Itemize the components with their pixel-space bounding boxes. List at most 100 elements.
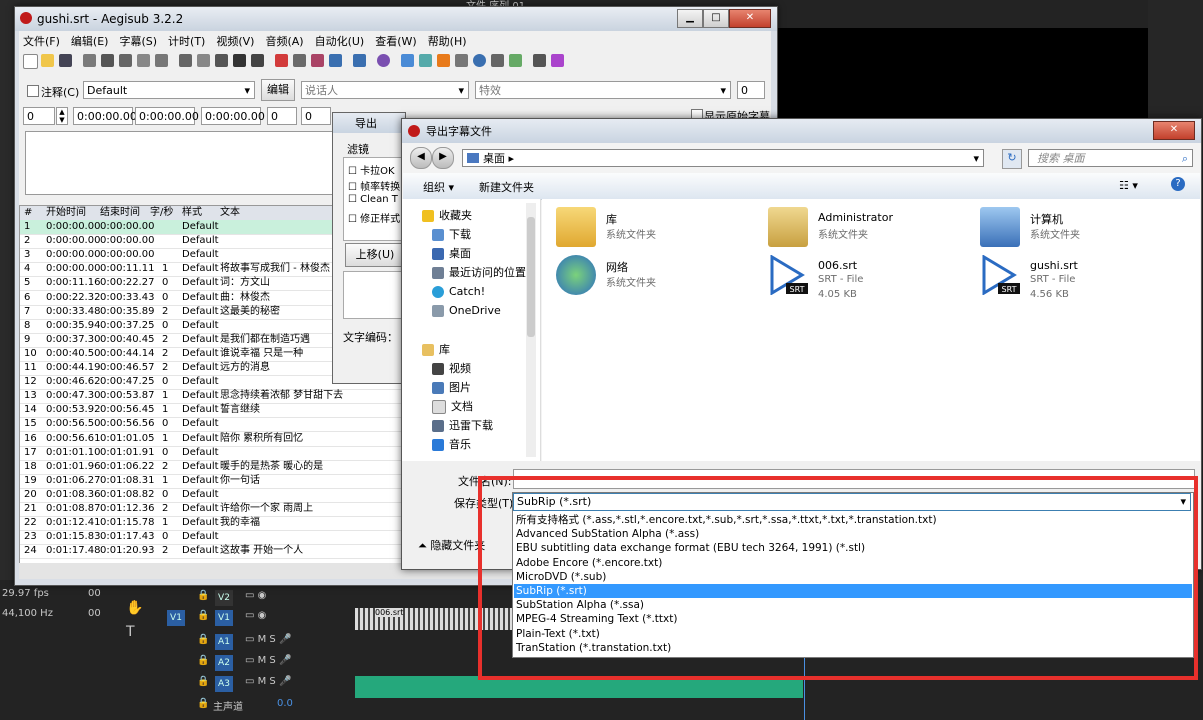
nav-onedrive[interactable]: OneDrive	[432, 302, 501, 320]
forward-icon[interactable]	[437, 54, 450, 67]
effect-input[interactable]: 特效 ▾	[475, 81, 731, 99]
spell-icon[interactable]	[293, 54, 306, 67]
hand-tool-icon[interactable]: ✋	[126, 600, 143, 616]
nav-scrollbar-thumb[interactable]	[527, 217, 535, 337]
hide-folders-toggle[interactable]: ⏶ 隐藏文件夹	[418, 537, 485, 553]
check-icon[interactable]	[509, 54, 522, 67]
paste-icon[interactable]	[155, 54, 168, 67]
export-titlebar[interactable]: 导出	[333, 113, 405, 133]
snap-icon[interactable]	[419, 54, 432, 67]
master-track-value[interactable]: 0.0	[277, 698, 293, 709]
search-input[interactable]: 搜索 桌面 ⌕	[1028, 149, 1193, 167]
tag-icon[interactable]	[551, 54, 564, 67]
replace-icon[interactable]	[119, 54, 132, 67]
track-a2-controls[interactable]: ▭ M S 🎤	[245, 655, 291, 666]
nav-pictures[interactable]: 图片	[432, 379, 471, 397]
fonts-icon[interactable]	[233, 54, 246, 67]
filter-item[interactable]: ☐ 修正样式	[348, 210, 400, 225]
resample-icon[interactable]	[329, 54, 342, 67]
properties-icon[interactable]	[197, 54, 210, 67]
maximize-button[interactable]: □	[703, 9, 729, 28]
menu-view[interactable]: 查看(W)	[371, 31, 423, 49]
track-a3-label[interactable]: A3	[215, 676, 233, 692]
track-a1-controls[interactable]: ▭ M S 🎤	[245, 634, 291, 645]
new-folder-button[interactable]: 新建文件夹	[479, 179, 534, 195]
file-item[interactable]: 计算机 系统文件夹	[980, 207, 1180, 253]
col-end[interactable]: 结束时间	[100, 206, 140, 220]
menu-edit[interactable]: 编辑(E)	[67, 31, 116, 49]
track-v2-eye-icon[interactable]: ▭ ◉	[245, 590, 266, 601]
track-v2-header[interactable]: 🔒 V2 ▭ ◉	[165, 590, 345, 608]
menu-file[interactable]: 文件(F)	[19, 31, 67, 49]
actor-input[interactable]: 说话人 ▾	[301, 81, 469, 99]
file-item[interactable]: Administrator 系统文件夹	[768, 207, 968, 253]
file-item[interactable]: 网络 系统文件夹	[556, 255, 756, 301]
back-icon[interactable]: ◀	[410, 147, 432, 169]
nav-thunder-downloads[interactable]: 迅雷下载	[432, 417, 493, 435]
save-icon[interactable]	[59, 54, 72, 67]
nav-scrollbar[interactable]	[526, 203, 536, 457]
menu-help[interactable]: 帮助(H)	[424, 31, 474, 49]
col-cps[interactable]: 字/秒	[150, 206, 173, 220]
refresh-icon[interactable]: ↻	[1002, 149, 1022, 169]
move-up-button[interactable]: 上移(U)	[345, 243, 405, 267]
aegisub-titlebar[interactable]: gushi.srt - Aegisub 3.2.2 ▁ □ ✕	[15, 7, 777, 31]
col-text[interactable]: 文本	[220, 206, 240, 220]
attachments-icon[interactable]	[215, 54, 228, 67]
margin-l-input[interactable]: 0	[267, 107, 297, 125]
open-folder-icon[interactable]	[41, 54, 54, 67]
end-time-input[interactable]: 0:00:00.00	[135, 107, 199, 125]
col-start[interactable]: 开始时间	[46, 206, 86, 220]
address-bar[interactable]: 桌面 ▸ ▾	[462, 149, 984, 167]
save-titlebar[interactable]: 导出字幕文件 ✕	[402, 119, 1201, 143]
nav-recent[interactable]: 最近访问的位置	[432, 264, 526, 282]
help-icon[interactable]: ?	[1171, 177, 1185, 191]
track-v1-header[interactable]: V1 🔒 V1 ▭ ◉	[165, 610, 345, 628]
nav-favorites[interactable]: 收藏夹	[422, 207, 472, 225]
layer-spinner[interactable]: ▲ ▼	[56, 107, 68, 125]
menu-video[interactable]: 视频(V)	[212, 31, 261, 49]
new-file-icon[interactable]	[23, 54, 38, 69]
arrow-icon[interactable]	[83, 54, 96, 67]
copy-icon[interactable]	[137, 54, 150, 67]
options-icon[interactable]	[491, 54, 504, 67]
save-close-button[interactable]: ✕	[1153, 121, 1195, 140]
col-number[interactable]: #	[24, 206, 32, 220]
start-time-input[interactable]: 0:00:00.00	[73, 107, 137, 125]
type-tool-icon[interactable]: T	[126, 624, 135, 640]
layer-input[interactable]: 0	[23, 107, 55, 125]
nav-downloads[interactable]: 下载	[432, 226, 471, 244]
forward-icon[interactable]: ▶	[432, 147, 454, 169]
video-details-icon[interactable]	[251, 54, 264, 67]
menu-timing[interactable]: 计时(T)	[164, 31, 212, 49]
stop-icon[interactable]	[455, 54, 468, 67]
edit-style-button[interactable]: 编辑	[261, 79, 295, 101]
nav-libraries[interactable]: 库	[422, 341, 450, 359]
comment-checkbox[interactable]	[27, 85, 39, 97]
automation-icon[interactable]	[275, 54, 288, 67]
shift-times-icon[interactable]	[401, 54, 414, 67]
file-item[interactable]: SRT 006.srt SRT - File 4.05 KB	[768, 254, 968, 301]
track-v1-label[interactable]: V1	[215, 610, 233, 626]
translation-icon[interactable]	[311, 54, 324, 67]
track-a3-controls[interactable]: ▭ M S 🎤	[245, 676, 291, 687]
menu-audio[interactable]: 音频(A)	[261, 31, 310, 49]
duration-input[interactable]: 0:00:00.00	[201, 107, 265, 125]
close-button[interactable]: ✕	[729, 9, 771, 28]
col-style[interactable]: 样式	[182, 206, 202, 220]
nav-documents[interactable]: 文档	[432, 398, 473, 416]
search-icon[interactable]: ⌕	[1182, 150, 1188, 168]
tools-icon[interactable]	[533, 54, 546, 67]
find-icon[interactable]	[101, 54, 114, 67]
style-select[interactable]: Default ▾	[83, 81, 255, 99]
clock-icon[interactable]	[473, 54, 486, 67]
track-v1-eye-icon[interactable]: ▭ ◉	[245, 610, 266, 621]
styles-icon[interactable]	[179, 54, 192, 67]
file-item[interactable]: SRT gushi.srt SRT - File 4.56 KB	[980, 254, 1180, 301]
menu-automation[interactable]: 自动化(U)	[311, 31, 372, 49]
view-options-icon[interactable]: ☷ ▾	[1119, 179, 1138, 192]
nav-music[interactable]: 音乐	[432, 436, 471, 454]
track-a2-header[interactable]: 🔒 A2 ▭ M S 🎤	[165, 655, 345, 673]
source-v1-toggle[interactable]: V1	[167, 610, 185, 626]
margin-r-input[interactable]: 0	[301, 107, 331, 125]
